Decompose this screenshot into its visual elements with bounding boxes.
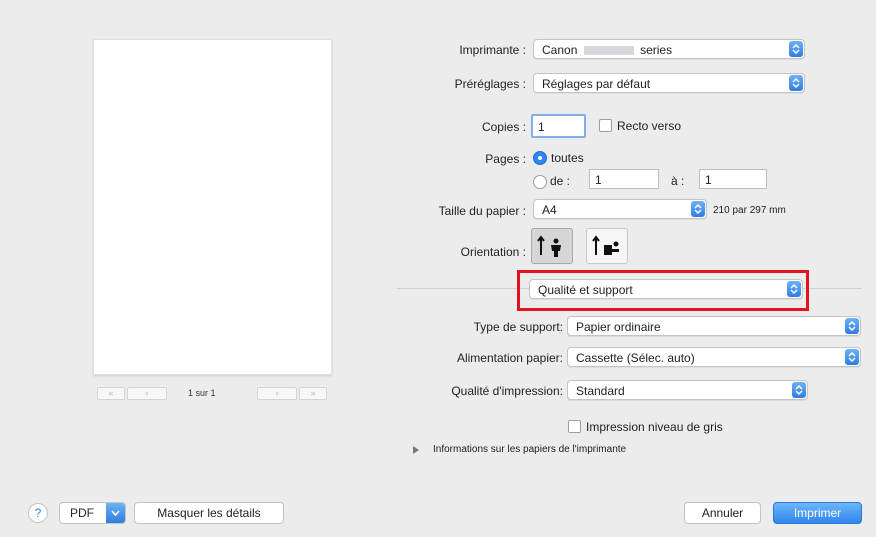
media-type-label: Type de support: bbox=[473, 320, 563, 334]
last-page-button[interactable]: » bbox=[299, 387, 327, 400]
paper-info-label[interactable]: Informations sur les papiers de l'imprim… bbox=[433, 444, 626, 455]
print-preview-page bbox=[93, 39, 332, 375]
previous-page-button[interactable]: ‹ bbox=[127, 387, 167, 400]
landscape-orientation-icon bbox=[592, 235, 619, 255]
presets-label: Préréglages : bbox=[454, 77, 526, 91]
grayscale-label: Impression niveau de gris bbox=[586, 420, 723, 434]
printer-popup[interactable]: Canon series bbox=[533, 39, 805, 59]
paper-size-value: A4 bbox=[542, 203, 557, 217]
pages-from-field[interactable]: 1 bbox=[589, 169, 659, 189]
stepper-arrows-icon bbox=[792, 382, 806, 398]
paper-source-label: Alimentation papier: bbox=[456, 351, 563, 365]
pages-all-label: toutes bbox=[551, 151, 584, 165]
copies-field[interactable]: 1 bbox=[531, 114, 586, 138]
copies-value: 1 bbox=[538, 120, 545, 134]
presets-value: Réglages par défaut bbox=[542, 77, 651, 91]
pages-to-label: à : bbox=[671, 174, 685, 188]
page-indicator: 1 sur 1 bbox=[188, 388, 216, 398]
paper-size-label: Taille du papier : bbox=[438, 204, 526, 218]
paper-size-popup[interactable]: A4 bbox=[533, 199, 707, 219]
stepper-arrows-icon bbox=[845, 318, 859, 334]
stepper-arrows-icon bbox=[691, 201, 705, 217]
pdf-label: PDF bbox=[70, 506, 94, 520]
portrait-orientation-icon bbox=[537, 235, 561, 257]
chevron-down-icon bbox=[106, 503, 125, 523]
stepper-arrows-icon bbox=[789, 75, 803, 91]
pages-to-value: 1 bbox=[705, 173, 712, 187]
stepper-arrows-icon bbox=[787, 281, 801, 297]
disclosure-triangle-icon[interactable] bbox=[413, 446, 419, 454]
portrait-button[interactable] bbox=[531, 228, 573, 264]
stepper-arrows-icon bbox=[789, 41, 803, 57]
stepper-arrows-icon bbox=[845, 349, 859, 365]
printer-value: Canon series bbox=[542, 43, 673, 57]
orientation-label: Orientation : bbox=[460, 245, 526, 259]
duplex-label: Recto verso bbox=[617, 119, 682, 133]
paper-dimensions: 210 par 297 mm bbox=[713, 205, 786, 216]
first-page-button[interactable]: « bbox=[97, 387, 125, 400]
pages-from-label: de : bbox=[550, 174, 571, 188]
print-quality-popup[interactable]: Standard bbox=[567, 380, 808, 400]
help-icon: ? bbox=[34, 506, 42, 520]
help-button[interactable]: ? bbox=[28, 503, 48, 523]
pages-all-radio[interactable] bbox=[533, 151, 547, 165]
redacted-printer-model bbox=[583, 46, 634, 56]
paper-source-value: Cassette (Sélec. auto) bbox=[576, 351, 695, 365]
section-popup-value: Qualité et support bbox=[538, 283, 633, 297]
grayscale-checkbox[interactable] bbox=[568, 420, 581, 433]
media-type-value: Papier ordinaire bbox=[576, 320, 661, 334]
pdf-menu-button[interactable]: PDF bbox=[59, 502, 126, 524]
hide-details-button[interactable]: Masquer les détails bbox=[134, 502, 284, 524]
pages-to-field[interactable]: 1 bbox=[699, 169, 767, 189]
pages-from-value: 1 bbox=[595, 173, 602, 187]
landscape-button[interactable] bbox=[586, 228, 628, 264]
cancel-button[interactable]: Annuler bbox=[684, 502, 761, 524]
pages-range-radio[interactable] bbox=[533, 175, 547, 189]
print-button[interactable]: Imprimer bbox=[773, 502, 862, 524]
section-popup[interactable]: Qualité et support bbox=[529, 279, 803, 299]
pages-label: Pages : bbox=[485, 152, 526, 166]
next-page-button[interactable]: › bbox=[257, 387, 297, 400]
presets-popup[interactable]: Réglages par défaut bbox=[533, 73, 805, 93]
copies-label: Copies : bbox=[481, 120, 526, 134]
print-quality-value: Standard bbox=[576, 384, 625, 398]
media-type-popup[interactable]: Papier ordinaire bbox=[567, 316, 861, 336]
printer-label: Imprimante : bbox=[459, 43, 526, 57]
paper-source-popup[interactable]: Cassette (Sélec. auto) bbox=[567, 347, 861, 367]
print-quality-label: Qualité d'impression: bbox=[451, 384, 563, 398]
duplex-checkbox[interactable] bbox=[599, 119, 612, 132]
